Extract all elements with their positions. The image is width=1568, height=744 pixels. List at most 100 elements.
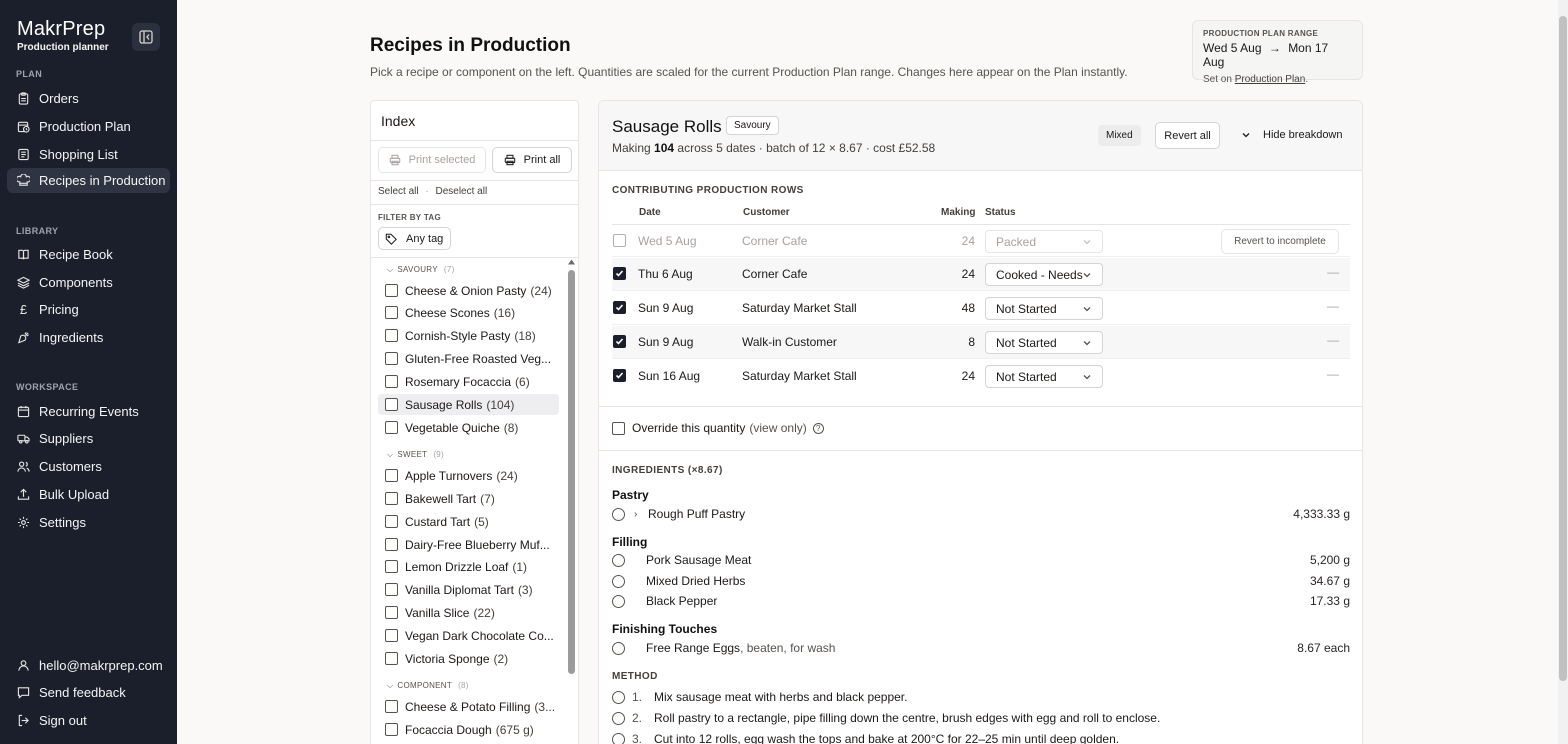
checkbox[interactable] [385, 515, 398, 528]
print-selected-button[interactable]: Print selected [378, 147, 486, 173]
print-all-button[interactable]: Print all [492, 147, 572, 173]
row-checkbox[interactable] [613, 267, 626, 280]
nav-item-pricing[interactable]: £ Pricing [7, 297, 170, 322]
select-all-link[interactable]: Select all [378, 186, 419, 197]
list-item[interactable]: Vanilla Slice (22) [378, 602, 559, 623]
list-item-selected[interactable]: Sausage Rolls (104) [378, 394, 559, 415]
checkbox[interactable] [385, 629, 398, 642]
nav-item-recipe-book[interactable]: Recipe Book [7, 242, 170, 267]
list-item[interactable]: Victoria Sponge (2) [378, 648, 559, 669]
status-select[interactable]: Packed [985, 230, 1103, 253]
list-item[interactable]: Focaccia Dough (675 g) [378, 719, 559, 740]
nav-item-components[interactable]: Components [7, 270, 170, 295]
nav-item-bulk-upload[interactable]: Bulk Upload [7, 482, 170, 507]
nav-item-customers[interactable]: Customers [7, 454, 170, 479]
checkbox[interactable] [385, 538, 398, 551]
nav-item-recurring-events[interactable]: Recurring Events [7, 399, 170, 424]
row-checkbox[interactable] [613, 234, 626, 247]
account-email[interactable]: hello@makrprep.com [7, 653, 170, 678]
checkbox[interactable] [385, 583, 398, 596]
ingredient-check-radio[interactable] [612, 507, 625, 521]
checkbox[interactable] [385, 700, 398, 713]
list-item[interactable]: Cornish-Style Pasty (18) [378, 325, 559, 346]
status-select[interactable]: Not Started [985, 365, 1103, 388]
row-checkbox[interactable] [613, 335, 626, 348]
nav-item-shopping-list[interactable]: Shopping List [7, 142, 170, 167]
list-item[interactable]: Cheese & Potato Filling (3... [378, 696, 559, 717]
list-item[interactable]: Vanilla Diplomat Tart (3) [378, 579, 559, 600]
method-step[interactable]: 2. Roll pastry to a rectangle, pipe fill… [612, 711, 1160, 725]
method-step[interactable]: 3. Cut into 12 rolls, egg wash the tops … [612, 732, 1119, 744]
list-item[interactable]: Bakewell Tart (7) [378, 488, 559, 509]
chevron-right-icon[interactable]: › [634, 509, 646, 520]
ingredient-row[interactable]: › Rough Puff Pastry 4,333.33 g [612, 505, 1350, 523]
production-plan-link[interactable]: Production Plan [1235, 74, 1306, 85]
deselect-all-link[interactable]: Deselect all [435, 186, 487, 197]
ingredient-amount: 8.67 each [1297, 641, 1350, 655]
ingredient-row[interactable]: Mixed Dried Herbs 34.67 g [612, 572, 1350, 590]
step-check-radio[interactable] [612, 711, 625, 725]
list-item[interactable]: Vegetable Quiche (8) [378, 417, 559, 438]
list-item[interactable]: Dairy-Free Blueberry Muf... [378, 534, 559, 555]
list-item[interactable]: Custard Tart (5) [378, 511, 559, 532]
nav-item-production-plan[interactable]: Production Plan [7, 114, 170, 139]
nav-item-ingredients[interactable]: Ingredients [7, 325, 170, 350]
nav-item-suppliers[interactable]: Suppliers [7, 426, 170, 451]
step-check-radio[interactable] [612, 690, 625, 704]
hide-breakdown-button[interactable]: Hide breakdown [1241, 129, 1343, 141]
checkbox[interactable] [385, 469, 398, 482]
revert-all-button[interactable]: Revert all [1155, 122, 1220, 149]
override-quantity[interactable]: Override this quantity (view only) ? [612, 421, 824, 435]
nav-item-recipes-in-production[interactable]: Recipes in Production [7, 168, 170, 193]
checkbox[interactable] [385, 398, 398, 411]
ingredient-row[interactable]: Pork Sausage Meat 5,200 g [612, 551, 1350, 569]
list-item[interactable]: Lemon Drizzle Loaf (1) [378, 556, 559, 577]
row-making: 48 [961, 301, 975, 315]
status-select[interactable]: Not Started [985, 331, 1103, 354]
checkbox[interactable] [385, 375, 398, 388]
checkbox[interactable] [385, 306, 398, 319]
checkbox[interactable] [385, 606, 398, 619]
checkbox[interactable] [385, 492, 398, 505]
ingredient-check-radio[interactable] [612, 553, 625, 567]
ingredient-check-radio[interactable] [612, 641, 625, 655]
collapse-sidebar-button[interactable] [132, 23, 160, 51]
method-step[interactable]: 1. Mix sausage meat with herbs and black… [612, 690, 907, 704]
list-item[interactable]: Rosemary Focaccia (6) [378, 371, 559, 392]
ingredient-check-radio[interactable] [612, 594, 625, 608]
list-item[interactable]: Vegan Dark Chocolate Co... [378, 625, 559, 646]
list-item[interactable]: Cheese Scones (16) [378, 302, 559, 323]
checkbox[interactable] [385, 352, 398, 365]
status-select[interactable]: Not Started [985, 297, 1103, 320]
list-item[interactable]: Gluten-Free Roasted Veg... [378, 348, 559, 369]
checkbox[interactable] [385, 421, 398, 434]
list-item[interactable]: Apple Turnovers (24) [378, 465, 559, 486]
group-header-sweet[interactable]: ⌵ SWEET (9) [387, 450, 444, 460]
checkbox[interactable] [385, 284, 398, 297]
checkbox[interactable] [385, 560, 398, 573]
page-scrollbar-thumb[interactable] [1559, 16, 1567, 681]
help-icon[interactable]: ? [812, 422, 824, 434]
scroll-up-icon[interactable] [567, 258, 576, 266]
status-select[interactable]: Cooked - Needs [985, 263, 1103, 286]
ingredient-row[interactable]: Free Range Eggs, beaten, for wash 8.67 e… [612, 639, 1350, 657]
checkbox[interactable] [385, 329, 398, 342]
checkbox[interactable] [385, 652, 398, 665]
row-checkbox[interactable] [613, 301, 626, 314]
ingredient-check-radio[interactable] [612, 574, 625, 588]
group-header-savoury[interactable]: ⌵ SAVOURY (7) [387, 265, 455, 275]
group-header-component[interactable]: ⌵ COMPONENT (8) [387, 681, 469, 691]
revert-to-incomplete-button[interactable]: Revert to incomplete [1221, 229, 1339, 254]
checkbox[interactable] [385, 723, 398, 736]
tag-filter-button[interactable]: Any tag [378, 227, 451, 250]
index-scrollbar-thumb[interactable] [568, 270, 575, 674]
sign-out-button[interactable]: Sign out [7, 708, 170, 733]
send-feedback-button[interactable]: Send feedback [7, 680, 170, 705]
nav-item-orders[interactable]: Orders [7, 86, 170, 111]
row-checkbox[interactable] [613, 369, 626, 382]
step-check-radio[interactable] [612, 732, 625, 744]
ingredient-row[interactable]: Black Pepper 17.33 g [612, 592, 1350, 610]
nav-item-settings[interactable]: Settings [7, 510, 170, 535]
override-checkbox[interactable] [612, 421, 625, 435]
list-item[interactable]: Cheese & Onion Pasty (24) [378, 280, 559, 301]
